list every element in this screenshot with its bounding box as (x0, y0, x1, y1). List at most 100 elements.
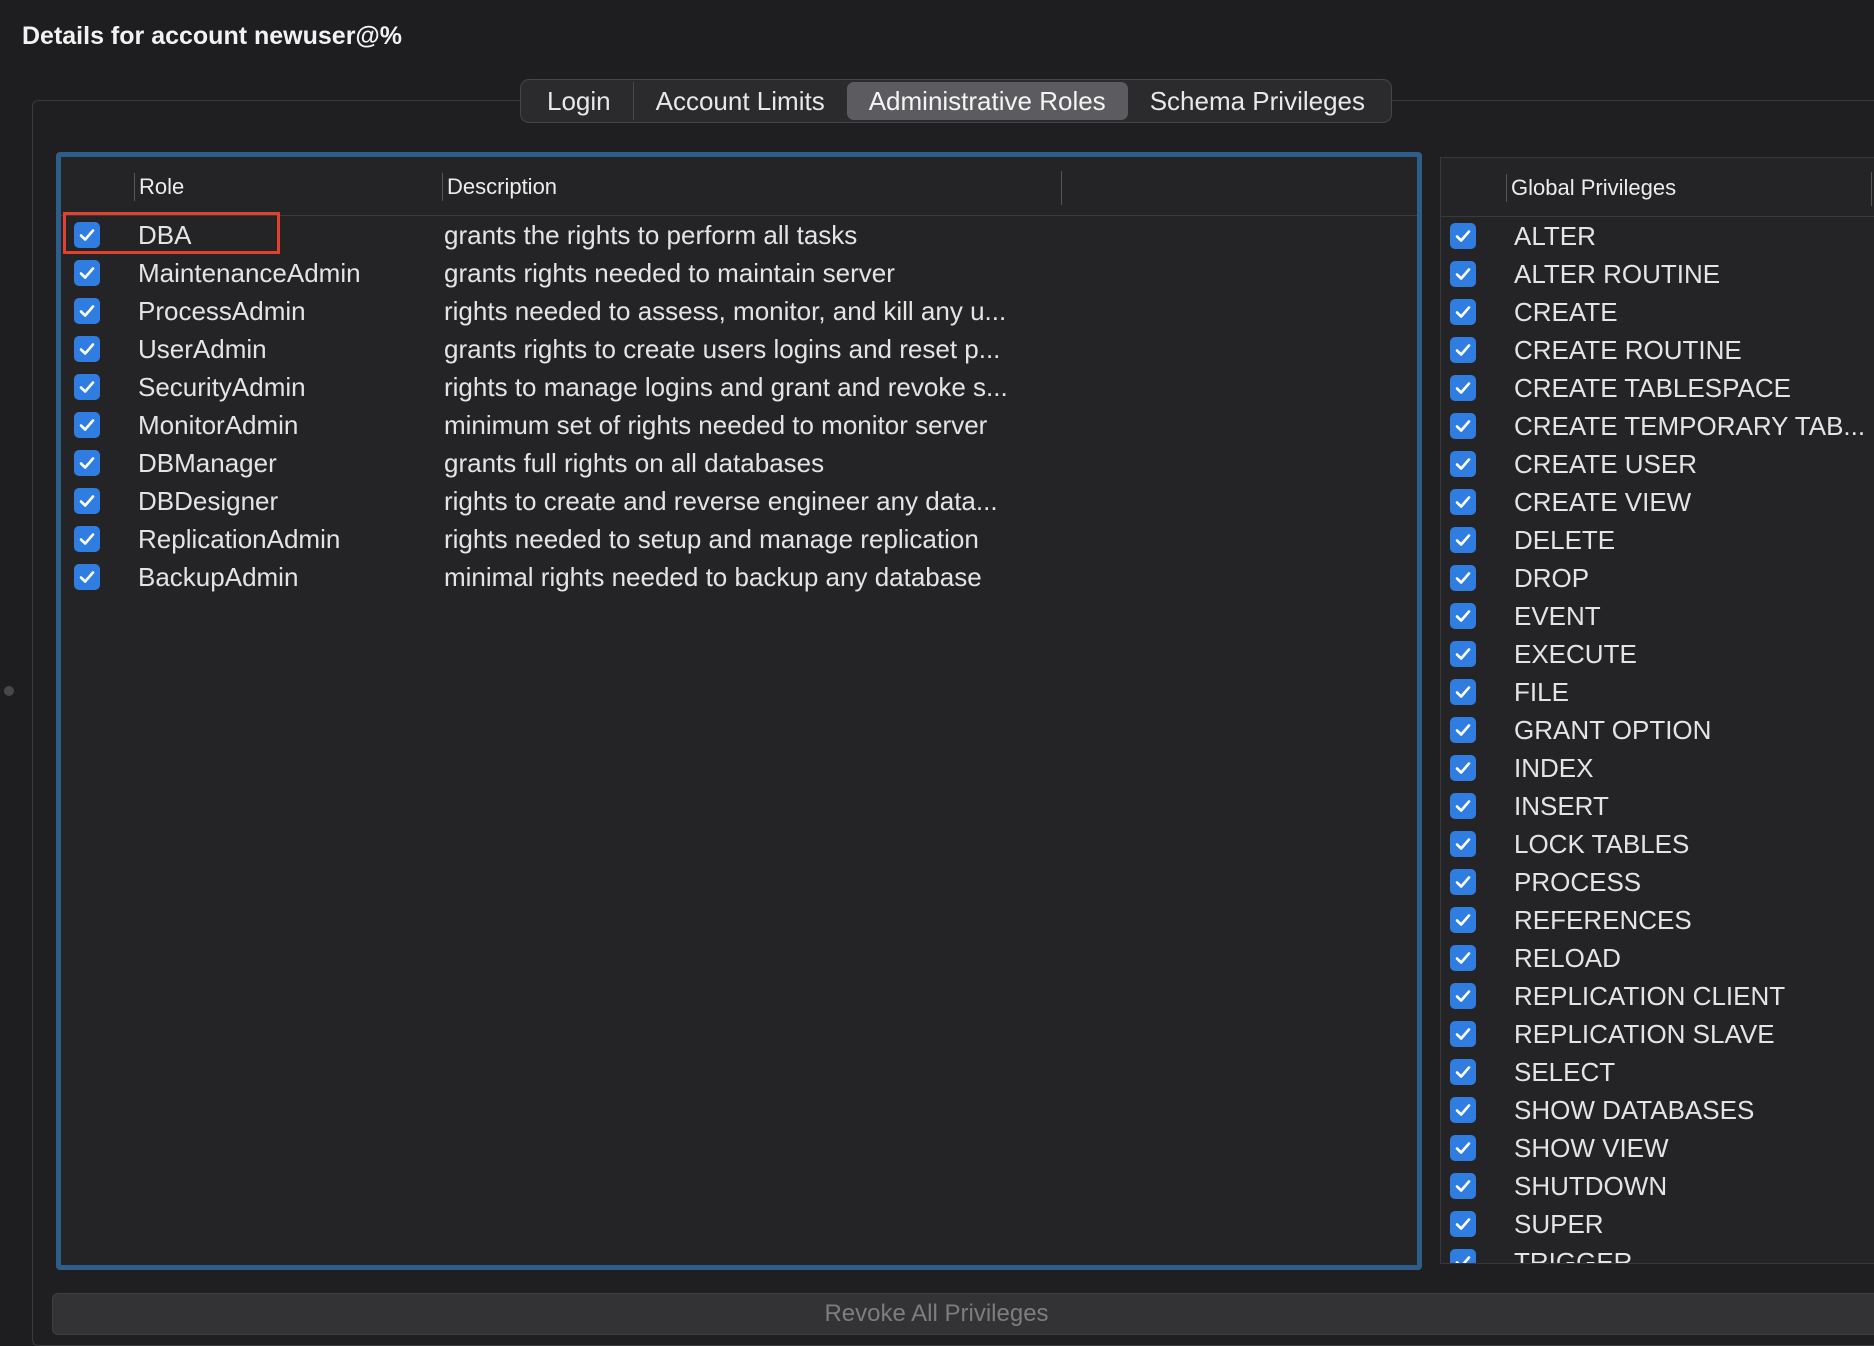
checkmark-icon (1455, 610, 1471, 622)
privilege-checkbox[interactable] (1450, 755, 1476, 781)
table-row[interactable]: ProcessAdmin rights needed to assess, mon… (61, 292, 1417, 330)
role-checkbox[interactable] (74, 564, 100, 590)
table-row[interactable]: EVENT (1441, 597, 1874, 635)
table-row[interactable]: LOCK TABLES (1441, 825, 1874, 863)
privilege-checkbox[interactable] (1450, 451, 1476, 477)
table-row[interactable]: CREATE VIEW (1441, 483, 1874, 521)
table-row[interactable]: SELECT (1441, 1053, 1874, 1091)
privilege-checkbox[interactable] (1450, 679, 1476, 705)
global-privileges-table: Global Privileges ALTER ALTER ROUTINE CREA… (1440, 157, 1874, 1264)
table-row[interactable]: SHUTDOWN (1441, 1167, 1874, 1205)
table-row[interactable]: DBManager grants full rights on all datab… (61, 444, 1417, 482)
table-row[interactable]: RELOAD (1441, 939, 1874, 977)
role-checkbox[interactable] (74, 526, 100, 552)
privilege-checkbox[interactable] (1450, 223, 1476, 249)
role-checkbox[interactable] (74, 298, 100, 324)
sidebar-resize-handle[interactable] (4, 686, 14, 696)
privilege-checkbox[interactable] (1450, 1135, 1476, 1161)
privilege-checkbox[interactable] (1450, 565, 1476, 591)
table-row[interactable]: UserAdmin grants rights to create users l… (61, 330, 1417, 368)
privilege-name: GRANT OPTION (1514, 715, 1712, 745)
checkmark-icon (1455, 344, 1471, 356)
table-row[interactable]: SHOW DATABASES (1441, 1091, 1874, 1129)
privilege-name: TRIGGER (1514, 1247, 1633, 1264)
column-divider[interactable] (1061, 171, 1062, 205)
role-checkbox[interactable] (74, 222, 100, 248)
table-row[interactable]: PROCESS (1441, 863, 1874, 901)
privilege-checkbox[interactable] (1450, 527, 1476, 553)
privilege-checkbox[interactable] (1450, 1173, 1476, 1199)
privilege-checkbox[interactable] (1450, 1211, 1476, 1237)
revoke-all-privileges-button[interactable]: Revoke All Privileges (52, 1293, 1874, 1335)
table-row[interactable]: DROP (1441, 559, 1874, 597)
privilege-checkbox[interactable] (1450, 489, 1476, 515)
checkmark-icon (1455, 952, 1471, 964)
table-row[interactable]: FILE (1441, 673, 1874, 711)
table-row[interactable]: MaintenanceAdmin grants rights needed to … (61, 254, 1417, 292)
role-checkbox[interactable] (74, 260, 100, 286)
tab-schema-privileges[interactable]: Schema Privileges (1128, 82, 1387, 120)
privilege-checkbox[interactable] (1450, 793, 1476, 819)
table-row[interactable]: INDEX (1441, 749, 1874, 787)
privilege-checkbox[interactable] (1450, 337, 1476, 363)
role-checkbox[interactable] (74, 488, 100, 514)
table-row[interactable]: EXECUTE (1441, 635, 1874, 673)
privilege-checkbox[interactable] (1450, 831, 1476, 857)
table-row[interactable]: CREATE USER (1441, 445, 1874, 483)
privilege-name: ALTER (1514, 221, 1596, 251)
table-row[interactable]: REPLICATION SLAVE (1441, 1015, 1874, 1053)
privilege-checkbox[interactable] (1450, 717, 1476, 743)
table-row[interactable]: REPLICATION CLIENT (1441, 977, 1874, 1015)
privilege-checkbox[interactable] (1450, 945, 1476, 971)
privilege-checkbox[interactable] (1450, 1249, 1476, 1263)
column-header-description[interactable]: Description (442, 173, 557, 201)
table-row[interactable]: DELETE (1441, 521, 1874, 559)
table-row[interactable]: CREATE TEMPORARY TAB... (1441, 407, 1874, 445)
privilege-name: EVENT (1514, 601, 1601, 631)
table-row[interactable]: CREATE (1441, 293, 1874, 331)
table-row[interactable]: SUPER (1441, 1205, 1874, 1243)
table-row[interactable]: ReplicationAdmin rights needed to setup a… (61, 520, 1417, 558)
privilege-checkbox[interactable] (1450, 603, 1476, 629)
table-row[interactable]: DBDesigner rights to create and reverse e… (61, 482, 1417, 520)
table-row[interactable]: GRANT OPTION (1441, 711, 1874, 749)
privilege-checkbox[interactable] (1450, 375, 1476, 401)
privilege-checkbox[interactable] (1450, 413, 1476, 439)
privilege-checkbox[interactable] (1450, 983, 1476, 1009)
role-checkbox[interactable] (74, 412, 100, 438)
table-row[interactable]: ALTER (1441, 217, 1874, 255)
role-checkbox[interactable] (74, 374, 100, 400)
column-divider[interactable] (1871, 172, 1872, 206)
privilege-checkbox[interactable] (1450, 261, 1476, 287)
role-checkbox[interactable] (74, 450, 100, 476)
privilege-checkbox[interactable] (1450, 1097, 1476, 1123)
table-row[interactable]: SHOW VIEW (1441, 1129, 1874, 1167)
table-row[interactable]: INSERT (1441, 787, 1874, 825)
privilege-checkbox[interactable] (1450, 1021, 1476, 1047)
role-checkbox[interactable] (74, 336, 100, 362)
role-description: grants rights to create users logins and… (444, 334, 1001, 364)
table-row[interactable]: BackupAdmin minimal rights needed to back… (61, 558, 1417, 596)
tab-account-limits[interactable]: Account Limits (634, 82, 847, 120)
table-row[interactable]: TRIGGER (1441, 1243, 1874, 1264)
table-row[interactable]: MonitorAdmin minimum set of rights needed… (61, 406, 1417, 444)
tab-login[interactable]: Login (525, 82, 634, 120)
roles-table-body: DBA grants the rights to perform all task… (61, 216, 1417, 596)
column-header-global-privileges[interactable]: Global Privileges (1506, 174, 1676, 202)
column-header-role[interactable]: Role (134, 173, 184, 201)
table-row[interactable]: CREATE TABLESPACE (1441, 369, 1874, 407)
table-row[interactable]: CREATE ROUTINE (1441, 331, 1874, 369)
privilege-checkbox[interactable] (1450, 1059, 1476, 1085)
role-name: DBA (138, 220, 192, 250)
tab-administrative-roles[interactable]: Administrative Roles (846, 82, 1128, 120)
checkmark-icon (1455, 914, 1471, 926)
table-row[interactable]: ALTER ROUTINE (1441, 255, 1874, 293)
privilege-checkbox[interactable] (1450, 907, 1476, 933)
table-row[interactable]: SecurityAdmin rights to manage logins and… (61, 368, 1417, 406)
table-row[interactable]: REFERENCES (1441, 901, 1874, 939)
privilege-checkbox[interactable] (1450, 869, 1476, 895)
privilege-checkbox[interactable] (1450, 641, 1476, 667)
checkmark-icon (79, 495, 95, 507)
privilege-checkbox[interactable] (1450, 299, 1476, 325)
table-row[interactable]: DBA grants the rights to perform all task… (61, 216, 1417, 254)
